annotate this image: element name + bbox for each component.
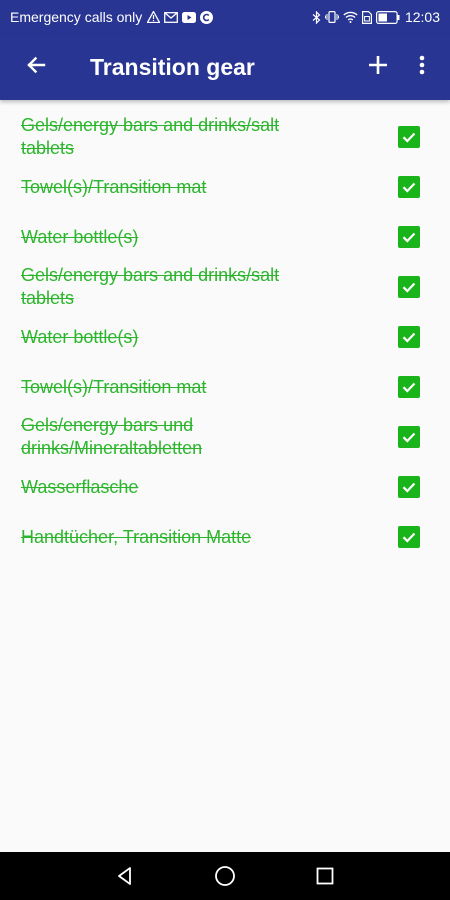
check-icon (402, 482, 416, 493)
item-label: Towel(s)/Transition mat (21, 176, 207, 197)
check-icon (402, 132, 416, 143)
list-item[interactable]: Water bottle(s) (0, 312, 450, 362)
page-title: Transition gear (90, 53, 255, 80)
list-item[interactable]: Water bottle(s) (0, 212, 450, 262)
item-checkbox[interactable] (398, 426, 420, 448)
vibrate-icon (324, 11, 339, 23)
item-label: Water bottle(s) (21, 226, 139, 247)
arrow-back-icon (26, 55, 46, 80)
warning-icon (147, 11, 161, 23)
list-item[interactable]: Towel(s)/Transition mat (0, 162, 450, 212)
check-icon (402, 332, 416, 343)
nav-back-button[interactable] (101, 852, 149, 900)
carrier-text: Emergency calls only (10, 9, 143, 25)
check-icon (402, 282, 416, 293)
check-icon (402, 532, 416, 543)
youtube-icon (182, 11, 197, 23)
triangle-back-icon (118, 867, 131, 885)
notification-icons (147, 10, 214, 24)
item-label: Gels/energy bars and drinks/salt tablets (21, 115, 280, 158)
sim-card-icon (361, 10, 372, 24)
wifi-icon (343, 11, 358, 23)
more-vert-icon (419, 55, 425, 80)
item-checkbox[interactable] (398, 476, 420, 498)
item-checkbox[interactable] (398, 226, 420, 248)
list-item[interactable]: Wasserflasche (0, 462, 450, 512)
clock: 12:03 (404, 9, 440, 25)
check-icon (402, 182, 416, 193)
item-label: Gels/energy bars und drinks/Mineraltable… (21, 415, 203, 458)
item-label: Wasserflasche (21, 476, 139, 497)
add-item-button[interactable] (356, 43, 400, 91)
item-label: Water bottle(s) (21, 326, 139, 347)
check-icon (402, 232, 416, 243)
item-label: Handtücher, Transition Matte (21, 526, 252, 547)
check-icon (402, 382, 416, 393)
item-checkbox[interactable] (398, 376, 420, 398)
bluetooth-icon (312, 10, 321, 24)
list-item[interactable]: Gels/energy bars and drinks/salt tablets (0, 262, 450, 312)
overflow-menu-button[interactable] (400, 43, 444, 91)
square-recents-icon (316, 867, 334, 885)
item-checkbox[interactable] (398, 526, 420, 548)
item-checkbox[interactable] (398, 326, 420, 348)
status-right: 42 12:03 (312, 9, 440, 25)
status-bar: Emergency calls only 12:03 (0, 0, 450, 34)
app-bar: Transition gear (0, 34, 450, 100)
list-item[interactable]: Towel(s)/Transition mat (0, 362, 450, 412)
item-checkbox[interactable] (398, 176, 420, 198)
list-item[interactable]: Gels/energy bars und drinks/Mineraltable… (0, 412, 450, 462)
list-item[interactable]: Gels/energy bars and drinks/salt tablets (0, 112, 450, 162)
item-label: Towel(s)/Transition mat (21, 376, 207, 397)
item-checkbox[interactable] (398, 126, 420, 148)
plus-icon (368, 55, 388, 80)
nav-recents-button[interactable] (301, 852, 349, 900)
list-item[interactable]: Handtücher, Transition Matte (0, 512, 450, 562)
c-circle-icon (200, 10, 214, 24)
status-left: Emergency calls only (10, 9, 214, 25)
battery-icon (375, 10, 400, 24)
nav-home-button[interactable] (201, 852, 249, 900)
back-button[interactable] (12, 43, 60, 91)
check-icon (402, 432, 416, 443)
item-checkbox[interactable] (398, 276, 420, 298)
item-label: Gels/energy bars and drinks/salt tablets (21, 265, 280, 308)
gmail-icon (164, 11, 179, 23)
circle-home-icon (215, 866, 235, 886)
system-navigation-bar (0, 852, 450, 900)
system-icons (312, 10, 400, 24)
